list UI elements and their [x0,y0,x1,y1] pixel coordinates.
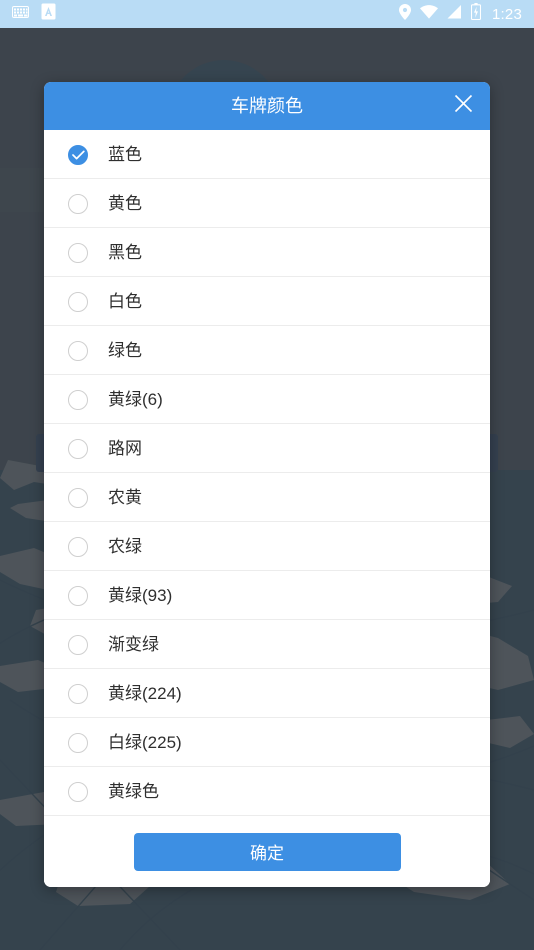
option-label: 黄绿(93) [108,586,173,605]
dialog-title: 车牌颜色 [231,96,303,116]
confirm-button[interactable]: 确定 [133,832,401,871]
keyboard-icon [12,5,29,23]
color-option-list[interactable]: 蓝色黄色黑色白色绿色黄绿(6) 路网农黄农绿黄绿(93) 渐变绿黄绿(224) 白绿(… [44,130,490,816]
radio-unchecked-icon[interactable] [68,291,88,312]
checkmark-icon [69,146,87,164]
radio-unchecked-icon[interactable] [68,634,88,655]
option-row[interactable]: 黄绿(224) [44,669,490,718]
cellular-signal-icon [447,4,462,24]
battery-charging-icon [470,3,482,25]
option-row[interactable]: 黄色 [44,179,490,228]
status-bar-clock: 1:23 [492,5,522,23]
dialog-footer: 确定 [44,816,490,887]
radio-unchecked-icon[interactable] [68,389,88,410]
option-row[interactable]: 绿色 [44,326,490,375]
option-row[interactable]: 路网 [44,424,490,473]
option-row[interactable]: 农绿 [44,522,490,571]
radio-unchecked-icon[interactable] [68,487,88,508]
status-bar-left [12,3,56,25]
option-row[interactable]: 黄绿(93) [44,571,490,620]
radio-unchecked-icon[interactable] [68,781,88,802]
option-label: 绿色 [108,341,142,360]
wifi-icon [420,4,438,24]
option-label: 白绿(225) [108,733,182,752]
option-label: 农绿 [108,537,142,556]
radio-checked-icon[interactable] [68,144,88,165]
option-label: 黄色 [108,194,142,213]
option-label: 渐变绿 [108,635,159,654]
radio-unchecked-icon[interactable] [68,536,88,557]
close-button[interactable] [444,87,482,125]
location-pin-icon [399,3,411,25]
radio-unchecked-icon[interactable] [68,340,88,361]
option-row[interactable]: 农黄 [44,473,490,522]
radio-unchecked-icon[interactable] [68,438,88,459]
dialog-header: 车牌颜色 [44,82,490,130]
close-icon [454,94,473,118]
option-row[interactable]: 黄绿(6) [44,375,490,424]
option-label: 路网 [108,439,142,458]
radio-unchecked-icon[interactable] [68,683,88,704]
option-row[interactable]: 黄绿色 [44,767,490,816]
license-plate-color-dialog: 车牌颜色 蓝色黄色黑色白色绿色黄绿(6) 路网农黄农绿黄绿(93) 渐变绿黄绿(22… [44,82,490,887]
radio-unchecked-icon[interactable] [68,585,88,606]
option-row[interactable]: 白绿(225) [44,718,490,767]
option-label: 农黄 [108,488,142,507]
option-row[interactable]: 白色 [44,277,490,326]
option-row[interactable]: 渐变绿 [44,620,490,669]
option-label: 黄绿(224) [108,684,182,703]
radio-unchecked-icon[interactable] [68,242,88,263]
status-bar: 1:23 [0,0,534,28]
radio-unchecked-icon[interactable] [68,732,88,753]
input-method-badge-icon [41,3,56,25]
option-label: 蓝色 [108,145,142,164]
option-row[interactable]: 黑色 [44,228,490,277]
option-label: 黄绿(6) [108,390,163,409]
option-label: 黑色 [108,243,142,262]
phone-screen: 1:23 车牌颜色 蓝色黄色黑色白色绿色黄绿(6) 路网农黄农绿黄绿(93) 渐变绿… [0,0,534,950]
radio-unchecked-icon[interactable] [68,193,88,214]
option-label: 白色 [108,292,142,311]
status-bar-right: 1:23 [399,3,522,25]
option-row[interactable]: 蓝色 [44,130,490,179]
option-label: 黄绿色 [108,782,159,801]
